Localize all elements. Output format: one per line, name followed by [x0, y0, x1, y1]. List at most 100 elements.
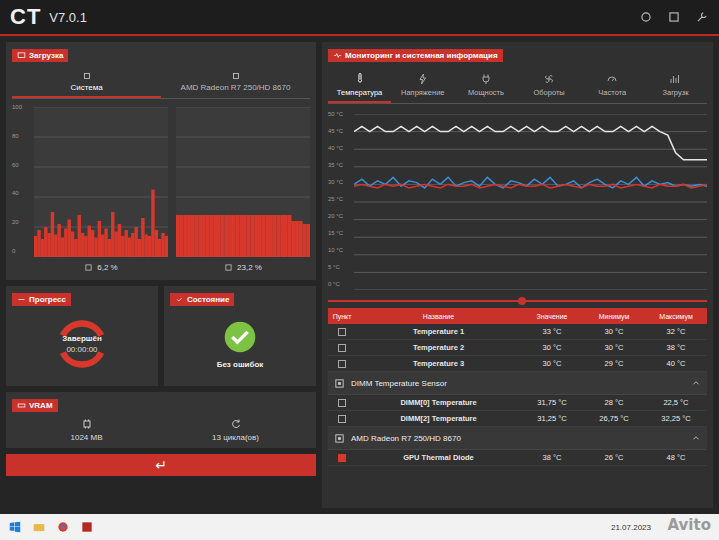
- occt-app-icon[interactable]: [80, 520, 94, 534]
- sensor-row[interactable]: Temperature 230 °C30 °C38 °C: [328, 340, 707, 356]
- sensor-row[interactable]: Temperature 330 °C29 °C40 °C: [328, 356, 707, 372]
- load-bar: [155, 230, 158, 257]
- vram-memory: 1024 MB: [12, 418, 161, 442]
- load-bar: [61, 238, 64, 258]
- load-bar: [265, 215, 269, 257]
- y-axis: 50 °C45 °C40 °C35 °C30 °C25 °C20 °C15 °C…: [328, 111, 350, 287]
- load-bar: [243, 215, 247, 257]
- folder-icon[interactable]: [32, 520, 46, 534]
- load-bar: [91, 230, 94, 257]
- load-bar: [57, 224, 60, 257]
- sensor-min: 26 °C: [583, 452, 645, 463]
- load-chart: 23,2 %: [176, 107, 310, 274]
- grid-line: [354, 114, 707, 115]
- load-bar: [78, 215, 81, 257]
- load-graph: [176, 107, 310, 257]
- load-bar: [161, 233, 164, 257]
- monitor-tab[interactable]: Напряжение: [391, 70, 454, 103]
- row-checkbox[interactable]: [338, 415, 346, 423]
- y-tick: 80: [12, 133, 26, 139]
- load-tab[interactable]: Система: [12, 68, 161, 98]
- load-bar: [291, 221, 295, 257]
- load-bar: [284, 215, 288, 257]
- grid-line: [354, 131, 707, 132]
- windows-icon[interactable]: [8, 520, 22, 534]
- monitor-tab[interactable]: Частота: [581, 70, 644, 103]
- load-bar: [111, 212, 114, 257]
- load-tabs: СистемаAMD Radeon R7 250/HD 8670: [12, 68, 310, 99]
- load-title: Загрузка: [12, 49, 68, 62]
- row-checkbox[interactable]: [338, 454, 346, 462]
- load-bar: [269, 215, 273, 257]
- progress-icon: [17, 295, 26, 304]
- logo: CT: [10, 4, 41, 30]
- grid-line: [354, 149, 707, 150]
- sensor-name: DIMM[0] Temperature: [356, 397, 521, 408]
- chevron-icon[interactable]: [691, 378, 701, 388]
- camera-icon[interactable]: [639, 10, 653, 24]
- group-row[interactable]: DIMM Temperature Sensor: [328, 372, 707, 395]
- column-header[interactable]: Название: [356, 311, 521, 322]
- row-checkbox[interactable]: [338, 360, 346, 368]
- load-bar: [121, 236, 124, 257]
- load-bar: [236, 215, 240, 257]
- load-bar: [280, 215, 284, 257]
- group-row[interactable]: AMD Radeon R7 250/HD 8670: [328, 427, 707, 450]
- sensor-icon: [669, 73, 681, 85]
- load-bar: [34, 236, 37, 257]
- monitor-tab[interactable]: Загрузк: [644, 70, 707, 103]
- load-bar: [232, 215, 236, 257]
- cycle-icon: [230, 418, 242, 430]
- sensor-row[interactable]: DIMM[0] Temperature31,75 °C28 °C22,5 °C: [328, 395, 707, 411]
- sensor-name: Temperature 3: [356, 358, 521, 369]
- load-bar: [138, 239, 141, 257]
- load-bar: [217, 215, 221, 257]
- load-chart: 6,2 %: [34, 107, 168, 274]
- monitor-tab[interactable]: Обороты: [518, 70, 581, 103]
- load-bar: [37, 230, 40, 257]
- splitter-handle[interactable]: [518, 297, 526, 305]
- state-title: Состояние: [170, 293, 234, 306]
- monitoring-title: Мониторинг и системная информация: [328, 49, 503, 62]
- watermark: Avito: [668, 516, 711, 534]
- row-checkbox[interactable]: [338, 399, 346, 407]
- monitor-tab[interactable]: Мощность: [454, 70, 517, 103]
- column-header[interactable]: Пункт: [328, 311, 356, 322]
- cpu-icon: [84, 263, 93, 272]
- wrench-icon[interactable]: [695, 10, 709, 24]
- y-tick: 45 °C: [328, 128, 350, 134]
- load-tab[interactable]: AMD Radeon R7 250/HD 8670: [161, 68, 310, 98]
- temperature-graph: [354, 114, 707, 290]
- state-body: Без ошибок: [170, 308, 310, 380]
- load-bar: [187, 215, 191, 257]
- sensor-row[interactable]: Temperature 133 °C30 °C32 °C: [328, 324, 707, 340]
- window-icon[interactable]: [667, 10, 681, 24]
- browser-icon[interactable]: [56, 520, 70, 534]
- load-bar: [104, 229, 107, 258]
- load-bar: [180, 215, 184, 257]
- column-header[interactable]: Значение: [521, 311, 583, 322]
- sensor-row[interactable]: DIMM[2] Temperature31,25 °C26,75 °C32,25…: [328, 411, 707, 427]
- grid-line: [354, 184, 707, 185]
- row-checkbox[interactable]: [338, 328, 346, 336]
- sensor-min: 29 °C: [583, 358, 645, 369]
- load-bar: [41, 239, 44, 257]
- sensor-icon: [543, 73, 555, 85]
- vram-title: VRAM: [12, 399, 58, 412]
- load-bar: [213, 215, 217, 257]
- column-header[interactable]: Максимум: [645, 311, 707, 322]
- sensor-max: 32,25 °C: [645, 413, 707, 424]
- row-checkbox[interactable]: [338, 344, 346, 352]
- sensor-value: 31,75 °C: [521, 397, 583, 408]
- chevron-icon[interactable]: [691, 433, 701, 443]
- y-tick: 5 °C: [328, 264, 350, 270]
- load-bar: [71, 232, 74, 258]
- sensor-max: 32 °C: [645, 326, 707, 337]
- return-button[interactable]: ↵: [6, 454, 316, 476]
- sensor-row[interactable]: GPU Thermal Diode38 °C26 °C48 °C: [328, 450, 707, 466]
- load-bar: [176, 215, 180, 257]
- splitter[interactable]: [328, 296, 707, 306]
- column-header[interactable]: Минимум: [583, 311, 645, 322]
- monitor-tab[interactable]: Температура: [328, 70, 391, 103]
- load-reading: 6,2 %: [34, 257, 168, 274]
